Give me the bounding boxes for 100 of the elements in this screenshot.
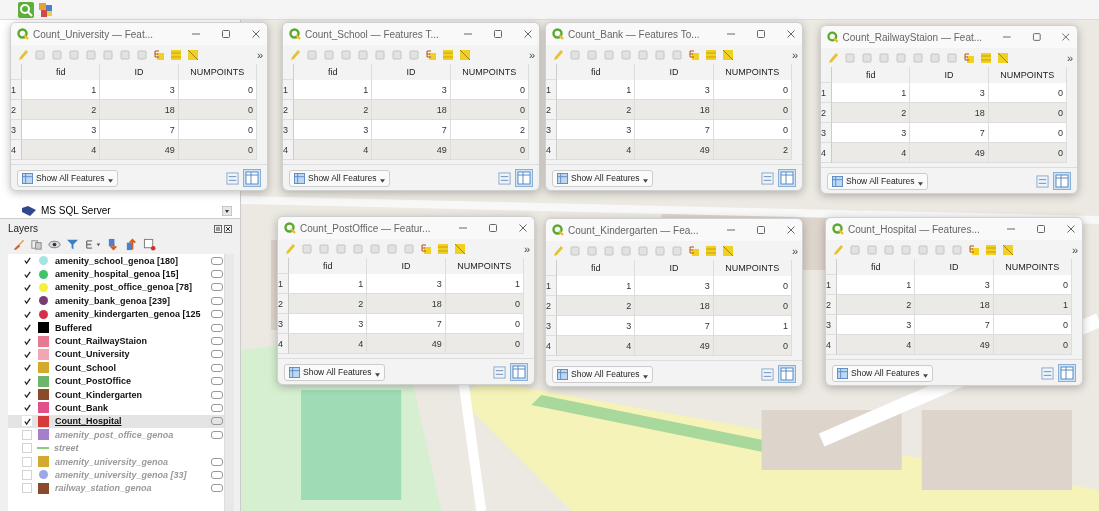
form-view-icon[interactable] bbox=[226, 171, 239, 185]
table-view-icon[interactable] bbox=[1053, 172, 1071, 190]
indicator-icon[interactable] bbox=[211, 270, 223, 279]
row-header[interactable]: 3 bbox=[11, 120, 22, 140]
row-header[interactable]: 2 bbox=[283, 100, 294, 120]
row-header[interactable]: 1 bbox=[546, 276, 557, 296]
scrollbar[interactable] bbox=[224, 254, 234, 511]
filter-button[interactable]: Show All Features bbox=[827, 172, 928, 190]
row-header[interactable]: 3 bbox=[278, 314, 289, 334]
indicator-icon[interactable] bbox=[211, 470, 223, 479]
pencil-icon[interactable] bbox=[17, 48, 29, 61]
overflow-button[interactable]: » bbox=[528, 48, 535, 61]
rows-icon[interactable] bbox=[985, 243, 997, 256]
maximize-icon[interactable] bbox=[1031, 32, 1042, 42]
dropdown-icon[interactable] bbox=[222, 205, 232, 216]
expression-icon[interactable] bbox=[153, 48, 165, 61]
row-header[interactable]: 4 bbox=[546, 336, 557, 356]
row-header[interactable]: 1 bbox=[278, 274, 289, 294]
invert-icon[interactable] bbox=[722, 48, 734, 61]
invert-icon[interactable] bbox=[722, 244, 734, 257]
invert-icon[interactable] bbox=[1002, 243, 1014, 256]
indicator-icon[interactable] bbox=[211, 377, 223, 386]
plugin-icon[interactable] bbox=[38, 1, 54, 18]
indicator-icon[interactable] bbox=[211, 256, 223, 265]
row-header[interactable]: 1 bbox=[283, 80, 294, 100]
row-header[interactable]: 2 bbox=[546, 100, 557, 120]
maximize-icon[interactable] bbox=[488, 223, 498, 233]
filter-button[interactable]: Show All Features bbox=[552, 365, 653, 383]
indicator-icon[interactable] bbox=[211, 283, 223, 292]
layer-row[interactable]: Count_School bbox=[8, 361, 224, 375]
form-view-icon[interactable] bbox=[761, 367, 774, 381]
table-view-icon[interactable] bbox=[778, 169, 796, 187]
maximize-icon[interactable] bbox=[756, 225, 766, 235]
table-view-icon[interactable] bbox=[778, 365, 796, 383]
indicator-icon[interactable] bbox=[211, 390, 223, 399]
indicator-icon[interactable] bbox=[211, 310, 223, 319]
eye-icon[interactable] bbox=[48, 238, 61, 251]
filter-button[interactable]: Show All Features bbox=[289, 169, 390, 187]
overflow-button[interactable]: » bbox=[791, 244, 798, 257]
row-header[interactable]: 3 bbox=[821, 123, 832, 143]
layer-row[interactable]: amenity_post_office_genoa [78] bbox=[8, 280, 224, 295]
indicator-icon[interactable] bbox=[211, 457, 223, 466]
row-header[interactable]: 2 bbox=[826, 295, 837, 315]
arrow-up-icon[interactable] bbox=[125, 238, 138, 251]
filter-icon[interactable] bbox=[66, 238, 79, 251]
filter-button[interactable]: Show All Features bbox=[832, 364, 933, 382]
pencil-icon[interactable] bbox=[552, 244, 564, 257]
maximize-icon[interactable] bbox=[756, 29, 766, 39]
close-icon[interactable] bbox=[1066, 224, 1076, 234]
expression-icon[interactable] bbox=[420, 242, 432, 255]
indicator-icon[interactable] bbox=[211, 484, 223, 493]
row-header[interactable]: 4 bbox=[283, 140, 294, 160]
indicator-icon[interactable] bbox=[211, 363, 223, 372]
rows-icon[interactable] bbox=[705, 48, 717, 61]
pencil-icon[interactable] bbox=[827, 51, 839, 64]
filter-button[interactable]: Show All Features bbox=[17, 169, 118, 187]
invert-icon[interactable] bbox=[187, 48, 199, 61]
table-view-icon[interactable] bbox=[515, 169, 533, 187]
pencil-icon[interactable] bbox=[832, 243, 844, 256]
close-icon[interactable] bbox=[786, 225, 796, 235]
pencil-icon[interactable] bbox=[289, 48, 301, 61]
expression-icon[interactable] bbox=[688, 48, 700, 61]
rows-icon[interactable] bbox=[437, 242, 449, 255]
expression-icon[interactable] bbox=[425, 48, 437, 61]
overflow-button[interactable]: » bbox=[523, 242, 530, 255]
table-view-icon[interactable] bbox=[1058, 364, 1076, 382]
brush-icon[interactable] bbox=[12, 238, 25, 251]
row-header[interactable]: 4 bbox=[11, 140, 22, 160]
rows-icon[interactable] bbox=[170, 48, 182, 61]
row-header[interactable]: 1 bbox=[11, 80, 22, 100]
table-view-icon[interactable] bbox=[243, 169, 261, 187]
maximize-icon[interactable] bbox=[221, 29, 231, 39]
layer-row[interactable]: amenity_school_genoa [180] bbox=[8, 254, 224, 268]
row-header[interactable]: 2 bbox=[546, 296, 557, 316]
layer-row[interactable]: Count_Hospital bbox=[8, 414, 224, 429]
layer-row[interactable]: amenity_bank_genoa [239] bbox=[8, 294, 224, 308]
layer-row[interactable]: amenity_hospital_genoa [15] bbox=[8, 267, 224, 281]
indicator-icon[interactable] bbox=[211, 337, 223, 346]
expression-icon[interactable] bbox=[968, 243, 980, 256]
maximize-icon[interactable] bbox=[493, 29, 503, 39]
close-icon[interactable] bbox=[786, 29, 796, 39]
expression-icon[interactable] bbox=[963, 51, 975, 64]
close-icon[interactable] bbox=[518, 223, 528, 233]
float-icon[interactable] bbox=[214, 224, 222, 233]
layer-row[interactable]: Buffered bbox=[8, 320, 224, 335]
row-header[interactable]: 3 bbox=[283, 120, 294, 140]
layer-row[interactable]: Count_PostOffice bbox=[8, 374, 224, 388]
overflow-button[interactable]: » bbox=[1066, 51, 1073, 64]
form-view-icon[interactable] bbox=[1041, 366, 1054, 380]
form-view-icon[interactable] bbox=[1036, 174, 1049, 188]
form-view-icon[interactable] bbox=[498, 171, 511, 185]
row-header[interactable]: 4 bbox=[278, 334, 289, 354]
magnifier-icon[interactable] bbox=[18, 1, 34, 18]
row-header[interactable]: 4 bbox=[826, 335, 837, 355]
row-header[interactable]: 4 bbox=[546, 140, 557, 160]
row-header[interactable]: 3 bbox=[826, 315, 837, 335]
indicator-icon[interactable] bbox=[211, 296, 223, 305]
indicator-icon[interactable] bbox=[211, 404, 223, 412]
expression-icon[interactable] bbox=[688, 244, 700, 257]
maximize-icon[interactable] bbox=[1036, 224, 1046, 234]
